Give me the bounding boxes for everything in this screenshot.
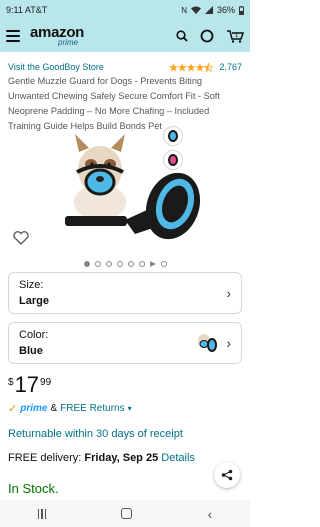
color-thumbnails [163,126,185,174]
carousel-dot[interactable] [116,261,123,267]
status-bar: 9:11 AT&T N 36% [0,0,250,20]
share-icon [221,469,233,481]
rating-stars[interactable] [169,62,214,72]
recent-apps-icon[interactable] [37,508,47,519]
search-icon[interactable] [176,30,188,42]
share-button[interactable] [214,462,240,488]
svg-text:1: 1 [235,33,239,39]
header-icons: 1 [176,29,244,43]
back-icon[interactable]: ‹ [208,506,213,522]
amazon-logo[interactable]: amazon prime [30,25,84,47]
prime-check-icon: ✓ [8,403,18,415]
color-swatch-image [198,334,218,352]
color-label: Color: [19,329,49,341]
home-icon[interactable] [121,508,133,519]
product-title: Gentle Muzzle Guard for Dogs - Prevents … [8,76,220,131]
menu-icon[interactable] [6,30,20,42]
system-nav-bar: ‹ [0,500,250,527]
cart-icon[interactable]: 1 [226,29,244,43]
returnable-link[interactable]: Returnable within 30 days of receipt [8,428,183,440]
thumb-pink[interactable] [163,150,183,170]
chevron-down-icon[interactable]: ▾ [128,404,132,413]
store-link[interactable]: Visit the GoodBoy Store [8,62,104,72]
stock-status: In Stock. [8,481,59,496]
chevron-right-icon: › [226,335,231,351]
details-link[interactable]: Details [161,452,195,464]
size-selector[interactable]: Size: Large › [8,272,242,314]
prime-badge: prime [20,403,48,414]
delivery-info: FREE delivery: Friday, Sep 25 Details [8,452,195,464]
delivery-prefix: FREE delivery: [8,452,85,464]
video-play-icon[interactable] [149,261,156,267]
wifi-icon [190,6,201,14]
delivery-date: Friday, Sep 25 [84,452,159,464]
rating-count[interactable]: 2,767 [219,62,242,72]
amp-text: & [50,403,58,414]
color-selector[interactable]: Color: Blue › [8,322,242,364]
price-whole: 17 [14,372,40,397]
battery-text: 36% [216,5,235,15]
status-right: N 36% [181,5,244,15]
chevron-right-icon: › [226,285,231,301]
size-value: Large [19,295,49,307]
store-rating-row: Visit the GoodBoy Store 2,767 [8,60,242,74]
carousel-dot[interactable] [138,261,145,267]
carousel-dot[interactable] [105,261,112,267]
nfc-icon: N [181,5,187,15]
free-returns-link[interactable]: FREE Returns [60,403,124,414]
size-label: Size: [19,279,44,291]
image-carousel-dots [0,259,250,269]
price-currency: $ [8,377,14,388]
price: $ 17 99 [8,374,51,396]
wishlist-heart-icon[interactable] [13,231,29,245]
price-cents: 99 [40,377,52,388]
app-header: amazon prime 1 [0,20,250,52]
status-time: 9:11 AT&T [6,5,48,15]
carousel-dot[interactable] [160,261,167,267]
alexa-icon[interactable] [200,29,214,43]
carousel-dot[interactable] [83,261,90,267]
battery-icon [239,5,244,15]
carousel-dot[interactable] [94,261,101,267]
prime-returns-line: ✓ prime & FREE Returns ▾ [8,402,132,415]
carousel-dot[interactable] [127,261,134,267]
color-value: Blue [19,345,43,357]
thumb-blue[interactable] [163,126,183,146]
signal-icon [204,6,213,14]
